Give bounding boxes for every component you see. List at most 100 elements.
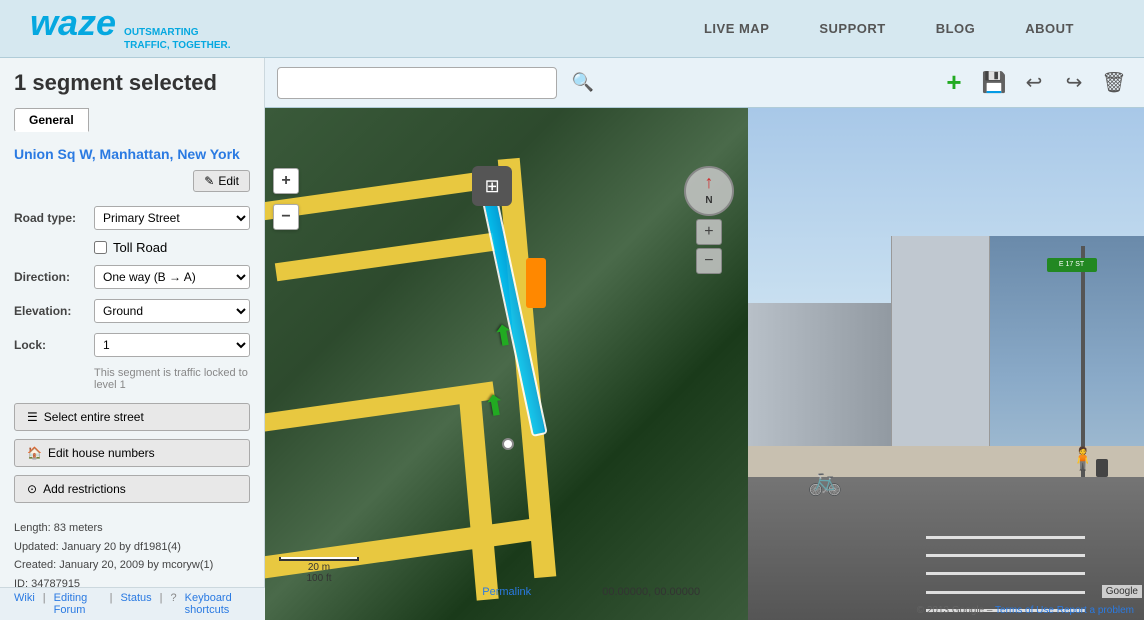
add-button[interactable]: + — [936, 65, 972, 101]
satellite-map[interactable]: ⬇ ⬇ 20 m 100 ft Permalink 00.00000, 00.0… — [265, 108, 748, 620]
undo-icon: ↩ — [1026, 70, 1043, 95]
map-area[interactable]: 🔍 + 💾 ↩ ↪ 🗑 — [265, 58, 1144, 620]
updated-info: Updated: January 20 by df1981(4) — [14, 538, 250, 557]
zoom-out-button[interactable]: − — [273, 204, 299, 230]
edit-btn-row: ✎ Edit — [14, 170, 250, 192]
editing-forum-link[interactable]: Editing Forum — [54, 592, 102, 616]
bottom-links: Wiki | Editing Forum | Status | ? Keyboa… — [0, 587, 265, 620]
sidebar: 1 segment selected General Union Sq W, M… — [0, 58, 265, 620]
direction-label: Direction: — [14, 270, 86, 284]
sidebar-footer: Length: 83 meters Updated: January 20 by… — [14, 519, 250, 594]
redo-button[interactable]: ↪ — [1056, 65, 1092, 101]
app-header: waze OUTSMARTINGTRAFFIC, TOGETHER. LIVE … — [0, 0, 1144, 58]
street-view-panel[interactable]: 🚲 E 17 ST 🧍 Google © 2013 Google – Terms… — [748, 108, 1144, 620]
segment-selection-title: 1 segment selected — [14, 70, 250, 96]
nav-links: LIVE MAP SUPPORT BLOG ABOUT — [704, 21, 1074, 36]
map-toolbar: 🔍 + 💾 ↩ ↪ 🗑 — [265, 58, 1144, 108]
nav-about[interactable]: ABOUT — [1025, 21, 1074, 36]
scale-bar: 20 m 100 ft — [279, 557, 359, 584]
nav-support[interactable]: SUPPORT — [819, 21, 885, 36]
road-type-select[interactable]: Primary Street Secondary Street Local Ro… — [94, 206, 250, 230]
sv-pole — [1081, 246, 1085, 476]
lock-label: Lock: — [14, 338, 86, 352]
map-node — [502, 438, 514, 450]
elevation-row: Elevation: Ground -5-4-3-2-1 +1+2+3+4+5 — [14, 299, 250, 323]
keyboard-shortcuts-link[interactable]: Keyboard shortcuts — [185, 592, 251, 616]
road-type-row: Road type: Primary Street Secondary Stre… — [14, 206, 250, 230]
toolbar-right: + 💾 ↩ ↪ 🗑 — [936, 65, 1132, 101]
sv-bicycle: 🚲 — [808, 464, 843, 497]
save-icon: 💾 — [982, 70, 1007, 95]
toll-road-label: Toll Road — [113, 240, 167, 255]
toll-road-row: Toll Road — [94, 240, 250, 255]
layer-button[interactable]: ⊞ — [472, 166, 512, 206]
keyboard-shortcuts-icon: ? — [171, 592, 177, 616]
road-type-label: Road type: — [14, 211, 86, 225]
redo-icon: ↪ — [1066, 70, 1083, 95]
search-button[interactable]: 🔍 — [567, 67, 599, 99]
copyright-text: © 2013 Google — [917, 605, 984, 616]
waze-logo: waze — [30, 5, 116, 41]
elevation-select[interactable]: Ground -5-4-3-2-1 +1+2+3+4+5 — [94, 299, 250, 323]
tab-bar: General — [14, 108, 250, 132]
edit-button[interactable]: ✎ Edit — [193, 170, 250, 192]
elevation-label: Elevation: — [14, 304, 86, 318]
undo-button[interactable]: ↩ — [1016, 65, 1052, 101]
report-problem-link-text[interactable]: Report a problem — [1057, 605, 1134, 616]
search-icon: 🔍 — [572, 72, 594, 93]
select-entire-street-button[interactable]: ☰ Select entire street — [14, 403, 250, 431]
street-view-canvas: 🚲 E 17 ST 🧍 — [748, 108, 1144, 620]
created-info: Created: January 20, 2009 by mcoryw(1) — [14, 556, 250, 575]
nav-zoom-out[interactable]: − — [696, 248, 722, 274]
add-restrictions-label: Add restrictions — [43, 482, 126, 496]
tab-general[interactable]: General — [14, 108, 89, 132]
street-name[interactable]: Union Sq W, Manhattan, New York — [14, 146, 250, 162]
sv-trashcan — [1096, 459, 1108, 477]
terms-of-use-link[interactable]: Terms of Use — [995, 605, 1054, 616]
status-link[interactable]: Status — [120, 592, 151, 616]
navigation-control: N + − — [684, 166, 734, 274]
coordinates: 00.00000, 00.00000 — [602, 586, 700, 598]
lock-select[interactable]: 123456 — [94, 333, 250, 357]
length-info: Length: 83 meters — [14, 519, 250, 538]
search-input[interactable] — [277, 67, 557, 99]
house-numbers-icon: 🏠 — [27, 446, 42, 460]
lock-row: Lock: 123456 — [14, 333, 250, 357]
logo-tagline: OUTSMARTINGTRAFFIC, TOGETHER. — [124, 26, 230, 52]
layer-icon: ⊞ — [485, 176, 500, 197]
map-controls: + − — [273, 168, 299, 230]
nav-live-map[interactable]: LIVE MAP — [704, 21, 769, 36]
compass[interactable]: N — [684, 166, 734, 216]
edit-house-numbers-button[interactable]: 🏠 Edit house numbers — [14, 439, 250, 467]
add-icon: + — [946, 67, 961, 98]
nav-zoom-in[interactable]: + — [696, 219, 722, 245]
permalink[interactable]: Permalink — [482, 586, 531, 598]
logo-area: waze OUTSMARTINGTRAFFIC, TOGETHER. — [30, 5, 231, 52]
select-street-label: Select entire street — [44, 410, 144, 424]
add-restrictions-button[interactable]: ⊙ Add restrictions — [14, 475, 250, 503]
direction-select[interactable]: One way (B → A) One way (A → B) Two way … — [94, 265, 250, 289]
zoom-in-button[interactable]: + — [273, 168, 299, 194]
edit-label: Edit — [218, 174, 239, 188]
save-button[interactable]: 💾 — [976, 65, 1012, 101]
sv-street-sign: E 17 ST — [1047, 258, 1097, 272]
delete-icon: 🗑 — [1101, 70, 1126, 95]
restrictions-icon: ⊙ — [27, 482, 37, 496]
sv-person: 🧍 — [1069, 446, 1096, 472]
wiki-link[interactable]: Wiki — [14, 592, 35, 616]
select-street-icon: ☰ — [27, 410, 38, 424]
edit-icon: ✎ — [204, 174, 214, 188]
lock-note: This segment is traffic locked to level … — [94, 367, 250, 391]
direction-row: Direction: One way (B → A) One way (A → … — [14, 265, 250, 289]
main-area: 1 segment selected General Union Sq W, M… — [0, 58, 1144, 620]
direction-arrow-2: ⬇ — [480, 386, 509, 423]
traffic-light — [526, 258, 546, 308]
edit-house-numbers-label: Edit house numbers — [48, 446, 155, 460]
nav-blog[interactable]: BLOG — [936, 21, 976, 36]
toll-road-checkbox[interactable] — [94, 241, 107, 254]
google-copyright: © 2013 Google – Terms of Use Report a pr… — [917, 605, 1134, 616]
compass-n-label: N — [705, 195, 712, 206]
layer-toggle[interactable]: ⊞ — [472, 166, 512, 206]
google-logo: Google — [1102, 585, 1142, 598]
delete-button[interactable]: 🗑 — [1096, 65, 1132, 101]
